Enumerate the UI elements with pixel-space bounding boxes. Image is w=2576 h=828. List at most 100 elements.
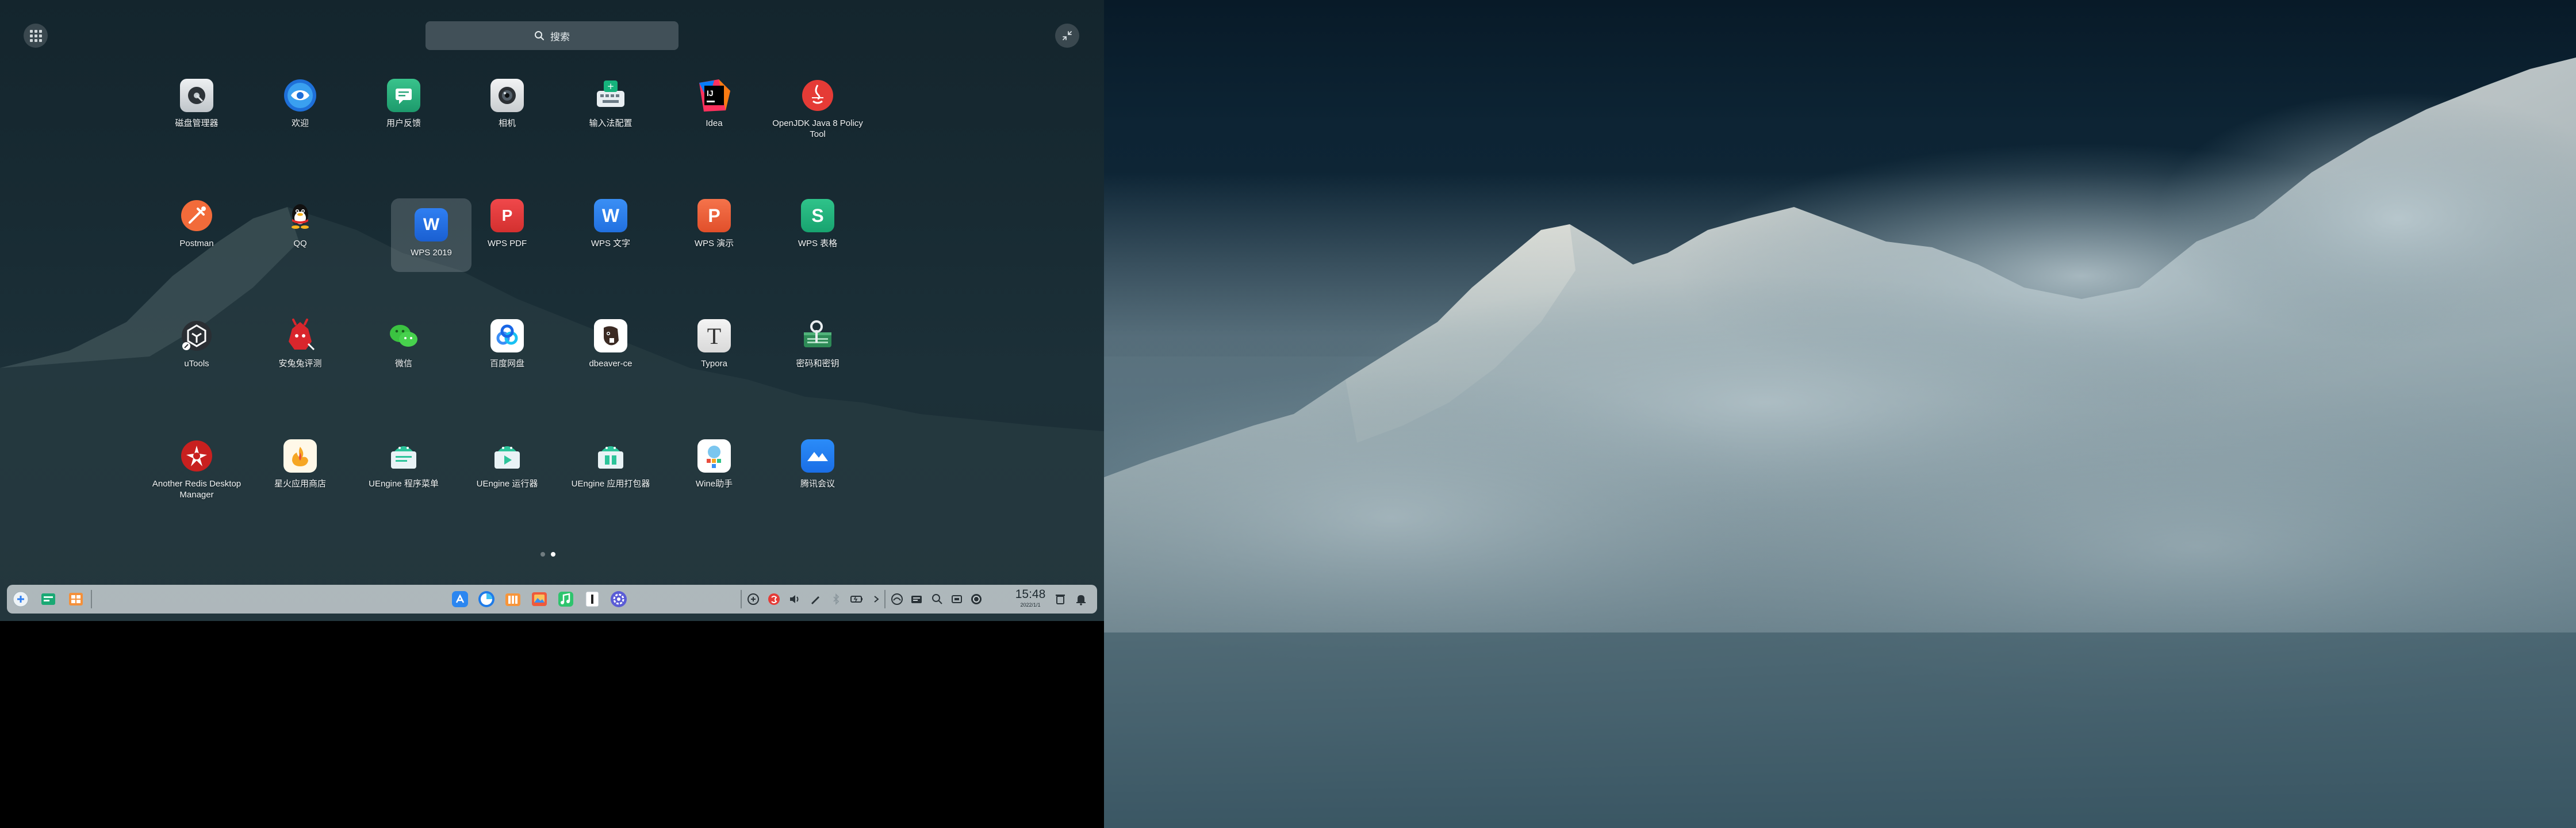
tencent-meeting-icon (800, 438, 835, 474)
clock-date: 2022/1/1 (1020, 602, 1041, 608)
app-wps-pdf[interactable]: P WPS PDF (467, 188, 547, 263)
bluetooth-button[interactable] (829, 592, 843, 606)
antutu-icon (282, 318, 318, 354)
app-label: dbeaver-ce (589, 359, 632, 369)
notification-button[interactable] (1074, 592, 1088, 606)
app-label: UEngine 应用打包器 (571, 479, 650, 489)
app-label: UEngine 运行器 (476, 479, 538, 489)
wallpaper-right-monitor (1104, 0, 2576, 828)
text-editor-icon (585, 591, 599, 607)
folder-icon (505, 593, 520, 606)
taskbar: 15:48 2022/1/1 (7, 585, 1097, 614)
welcome-icon (282, 78, 318, 113)
screenshot-button[interactable] (950, 592, 964, 606)
trash-icon (1056, 595, 1065, 604)
app-baidu-netdisk[interactable]: 百度网盘 (467, 308, 547, 383)
app-label: QQ (293, 239, 307, 248)
image-viewer-icon (532, 592, 547, 606)
app-input-method[interactable]: + 输入法配置 (570, 68, 651, 143)
app-redis-manager[interactable]: Another Redis Desktop Manager (152, 428, 241, 503)
app-wechat[interactable]: 微信 (363, 308, 444, 383)
bluetooth-icon (833, 593, 839, 605)
dock-settings[interactable] (608, 589, 629, 610)
global-search-button[interactable] (930, 592, 944, 606)
app-label: 安兔兔评测 (278, 359, 322, 369)
page-dot-active[interactable] (551, 552, 555, 557)
multitask-view-button[interactable] (38, 589, 59, 610)
app-qq[interactable]: QQ (260, 188, 340, 263)
dock-image-viewer[interactable] (529, 589, 550, 610)
wps-2019-icon: W (413, 207, 449, 243)
app-dbeaver[interactable]: dbeaver-ce (570, 308, 651, 383)
app-label: 输入法配置 (589, 118, 632, 128)
tray-spark-store[interactable] (746, 592, 760, 606)
app-label: WPS 文字 (591, 239, 631, 248)
app-utools[interactable]: uTools (156, 308, 237, 383)
dock-files[interactable] (503, 589, 523, 610)
page-dot[interactable] (540, 552, 545, 557)
app-feedback[interactable]: 用户反馈 (363, 68, 444, 143)
app-uengine-runner[interactable]: UEngine 运行器 (467, 428, 547, 503)
app-label: 腾讯会议 (800, 479, 835, 489)
app-java-policy-tool[interactable]: OpenJDK Java 8 Policy Tool (772, 68, 863, 143)
app-camera[interactable]: 相机 (467, 68, 547, 143)
app-postman[interactable]: Postman (156, 188, 237, 263)
redis-icon (179, 438, 214, 474)
clock[interactable]: 15:48 2022/1/1 (1010, 588, 1051, 608)
app-welcome[interactable]: 欢迎 (260, 68, 340, 143)
app-uengine-packager[interactable]: UEngine 应用打包器 (570, 428, 651, 503)
clipboard-icon (911, 596, 922, 603)
wps-presentation-icon: P (696, 198, 732, 233)
battery-button[interactable] (850, 592, 864, 606)
dock-music[interactable] (555, 589, 576, 610)
app-wps-writer[interactable]: W WPS 文字 (570, 188, 651, 263)
app-spark-store[interactable]: 星火应用商店 (260, 428, 340, 503)
wine-helper-icon (696, 438, 732, 474)
network-button[interactable] (890, 592, 904, 606)
app-passwords-keys[interactable]: 密码和密钥 (777, 308, 858, 383)
clipboard-button[interactable] (910, 592, 923, 606)
app-label: 磁盘管理器 (175, 118, 218, 128)
app-wine-helper[interactable]: Wine助手 (674, 428, 754, 503)
app-uengine-menu[interactable]: UEngine 程序菜单 (363, 428, 444, 503)
app-label: uTools (184, 359, 209, 369)
search-icon (932, 594, 942, 604)
app-typora[interactable]: T Typora (674, 308, 754, 383)
app-label: OpenJDK Java 8 Policy Tool (772, 118, 863, 139)
baidu-netdisk-icon (489, 318, 525, 354)
dock-browser[interactable] (476, 589, 497, 610)
dock-app-store[interactable] (450, 589, 470, 610)
tray-wps[interactable] (767, 592, 781, 606)
tray-expand-button[interactable] (869, 592, 883, 606)
power-icon (971, 594, 982, 604)
app-antutu[interactable]: 安兔兔评测 (260, 308, 340, 383)
app-label: Another Redis Desktop Manager (152, 479, 241, 500)
app-label: Wine助手 (695, 479, 733, 489)
power-button[interactable] (969, 592, 983, 606)
app-label: UEngine 程序菜单 (369, 479, 439, 489)
show-desktop-button[interactable] (66, 589, 86, 610)
intellij-idea-icon: IJ (696, 78, 732, 113)
app-wps-presentation[interactable]: P WPS 演示 (674, 188, 754, 263)
uengine-runner-icon (489, 438, 525, 474)
pen-tool-button[interactable] (808, 592, 822, 606)
app-label: Typora (701, 359, 727, 369)
qq-icon (282, 198, 318, 233)
volume-button[interactable] (788, 592, 802, 606)
app-label: 相机 (498, 118, 516, 128)
app-disk-manager[interactable]: 磁盘管理器 (156, 68, 237, 143)
app-store-icon (452, 591, 468, 607)
passwords-keys-icon (800, 318, 835, 354)
app-wps-2019[interactable]: W WPS 2019 (391, 198, 471, 272)
app-idea[interactable]: IJ Idea (674, 68, 754, 143)
pen-icon (811, 596, 819, 604)
tray-app-icon (747, 593, 759, 605)
app-tencent-meeting[interactable]: 腾讯会议 (777, 428, 858, 503)
bell-icon (1076, 595, 1086, 605)
app-wps-spreadsheet[interactable]: S WPS 表格 (777, 188, 858, 263)
dock-text-editor[interactable] (582, 589, 603, 610)
launcher-button[interactable] (10, 589, 31, 610)
app-label: 用户反馈 (386, 118, 421, 128)
trash-button[interactable] (1053, 592, 1067, 606)
settings-gear-icon (611, 591, 627, 607)
